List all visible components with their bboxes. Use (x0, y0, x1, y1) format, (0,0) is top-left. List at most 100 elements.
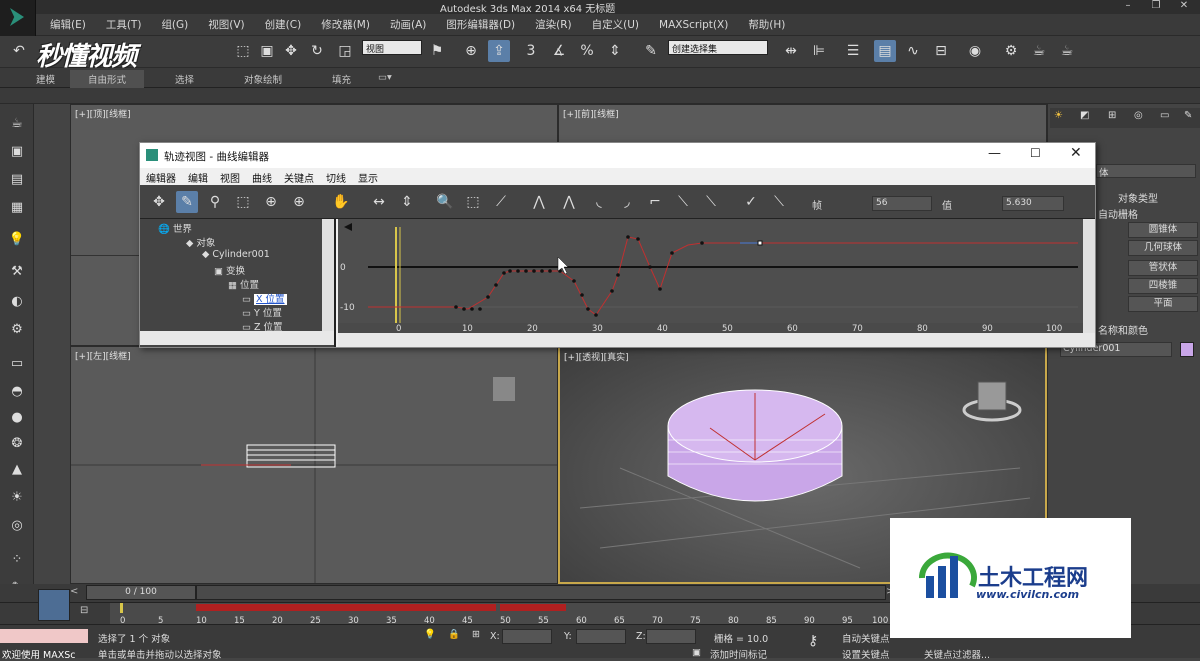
utilities-tab-icon[interactable]: ✎ (1184, 110, 1192, 121)
viewport-left[interactable]: [+][左][线框] (70, 346, 558, 584)
key-point[interactable] (462, 307, 466, 311)
autogrid-checkbox[interactable]: 自动栅格 (1098, 206, 1138, 221)
viewport-front-label[interactable]: [+][前][线框] (563, 107, 619, 120)
menu-graph-editors[interactable]: 图形编辑器(D) (436, 14, 525, 32)
key-point[interactable] (470, 307, 474, 311)
tangent-step-icon[interactable]: ⌐ (644, 191, 666, 213)
tangent-linear-icon[interactable]: ⟍ (672, 191, 694, 213)
tree-cylinder[interactable]: ◆ Cylinder001 (202, 249, 270, 260)
keys-cluster-2[interactable] (500, 604, 566, 611)
key-point[interactable] (610, 289, 614, 293)
percent-snap-icon[interactable]: % (576, 40, 598, 62)
snap-toggle-icon[interactable]: 3 (520, 40, 542, 62)
spinner-snap-icon[interactable]: ⇕ (604, 40, 626, 62)
hierarchy-tab-icon[interactable]: ⊞ (1108, 110, 1116, 121)
zoom-region-icon[interactable]: ⬚ (462, 191, 484, 213)
curve-graph[interactable]: 0 -10 0 10 20 30 40 50 60 70 80 90 100 (338, 219, 1095, 347)
tree-objects[interactable]: ◆ 对象 (186, 235, 215, 249)
isolate-icon[interactable]: 💡 (424, 629, 436, 640)
menu-edit[interactable]: 编辑(E) (40, 14, 96, 32)
render-setup-icon[interactable]: ⚙ (1000, 40, 1022, 62)
insert-keys-icon[interactable]: ⚲ (204, 191, 226, 213)
ce-minimize-icon[interactable]: — (988, 146, 1001, 161)
viewport-top-label[interactable]: [+][顶][线框] (75, 107, 131, 120)
tree-world[interactable]: 🌐 世界 (158, 221, 192, 235)
layer-manager-icon[interactable]: ☰ (842, 40, 864, 62)
move-keys-icon[interactable]: ✥ (148, 191, 170, 213)
absolute-mode-icon[interactable]: ⊞ (472, 629, 480, 640)
sun-icon[interactable]: ☀ (6, 490, 28, 508)
curve-editor-icon[interactable]: ∿ (902, 40, 924, 62)
motion-tab-icon[interactable]: ◎ (1134, 110, 1143, 121)
particles-icon[interactable]: ⁘ (6, 552, 28, 570)
ce-menu-curves[interactable]: 曲线 (246, 168, 278, 185)
pyramid-button[interactable]: 四棱锥 (1128, 278, 1198, 294)
cone-icon[interactable]: ▲ (6, 462, 28, 480)
ce-close-icon[interactable]: ✕ (1070, 145, 1082, 161)
graphite-toggle-icon[interactable]: ▤ (874, 40, 896, 62)
angle-snap-icon[interactable]: ∡ (548, 40, 570, 62)
mirror-icon[interactable]: ⇹ (780, 40, 802, 62)
mini-curve-toggle-icon[interactable]: ⊟ (80, 605, 100, 621)
ribbon-tab-modeling[interactable]: 建模 (36, 72, 55, 86)
key-point[interactable] (494, 283, 498, 287)
app-logo-icon[interactable] (0, 0, 36, 38)
hemisphere-icon[interactable]: ◓ (6, 384, 28, 402)
tree-y-position[interactable]: ▭ Y 位置 (242, 305, 282, 319)
camera-icon[interactable]: ◐ (6, 294, 28, 312)
menu-tools[interactable]: 工具(T) (96, 14, 152, 32)
tangent-slow-icon[interactable]: ◞ (616, 191, 638, 213)
plane-icon[interactable]: ▭ (6, 356, 28, 374)
select-region-icon[interactable]: ▣ (256, 40, 278, 62)
ribbon-tab-object-paint[interactable]: 对象绘制 (244, 72, 282, 86)
edit-named-sel-icon[interactable]: ✎ (640, 40, 662, 62)
key-point[interactable] (626, 235, 630, 239)
frame-horizontal-icon[interactable]: ↔ (368, 191, 390, 213)
key-point[interactable] (502, 271, 506, 275)
ribbon-options-icon[interactable]: ▭▾ (378, 72, 392, 83)
plane-button[interactable]: 平面 (1128, 296, 1198, 312)
ce-menu-view[interactable]: 视图 (214, 168, 246, 185)
window-crossing-icon[interactable]: ⬚ (232, 40, 254, 62)
ribbon-tab-populate[interactable]: 填充 (332, 72, 351, 86)
undo-icon[interactable]: ↶ (8, 40, 30, 62)
menu-rendering[interactable]: 渲染(R) (525, 14, 582, 32)
key-point[interactable] (508, 269, 512, 273)
modify-tab-icon[interactable]: ◩ (1080, 110, 1089, 121)
named-selection-set[interactable]: 创建选择集 (668, 40, 768, 55)
current-frame-marker[interactable] (120, 603, 123, 613)
key-point[interactable] (454, 305, 458, 309)
ce-menu-edit[interactable]: 编辑 (182, 168, 214, 185)
menu-views[interactable]: 视图(V) (198, 14, 254, 32)
graph-h-scrollbar[interactable] (338, 333, 1095, 347)
add-time-tag[interactable]: 添加时间标记 (710, 647, 767, 661)
key-point[interactable] (572, 279, 576, 283)
menu-animation[interactable]: 动画(A) (380, 14, 436, 32)
key-point[interactable] (580, 293, 584, 297)
selected-key[interactable] (757, 240, 763, 246)
region-tool-icon[interactable]: ⬚ (232, 191, 254, 213)
key-point[interactable] (616, 273, 620, 277)
key-point[interactable] (478, 307, 482, 311)
auto-key-button[interactable]: 自动关键点 (842, 631, 890, 645)
maximize-icon[interactable]: ❐ (1142, 0, 1170, 14)
material-editor-icon[interactable]: ◉ (964, 40, 986, 62)
render-icon[interactable]: ☕ (1056, 40, 1078, 62)
menu-group[interactable]: 组(G) (151, 14, 198, 32)
helpers-icon[interactable]: ⚒ (6, 264, 28, 282)
key-filters-button[interactable]: 关键点过滤器... (924, 647, 990, 661)
key-point[interactable] (700, 241, 704, 245)
ce-maximize-icon[interactable]: ☐ (1030, 146, 1041, 160)
object-color-swatch[interactable] (1180, 342, 1194, 357)
tree-h-scrollbar[interactable] (140, 331, 334, 345)
frame-field[interactable]: 56 (872, 196, 932, 211)
light-icon[interactable]: 💡 (6, 232, 28, 250)
minimize-icon[interactable]: – (1114, 0, 1142, 14)
key-point[interactable] (516, 269, 520, 273)
rotate-icon[interactable]: ↻ (306, 40, 328, 62)
object-category-dropdown[interactable]: 体 (1096, 164, 1196, 179)
viewcube-icon[interactable] (493, 377, 515, 401)
time-tag-icon[interactable]: ▣ (692, 647, 701, 658)
tangent-fast-icon[interactable]: ◟ (588, 191, 610, 213)
y-coord-field[interactable] (576, 629, 626, 644)
